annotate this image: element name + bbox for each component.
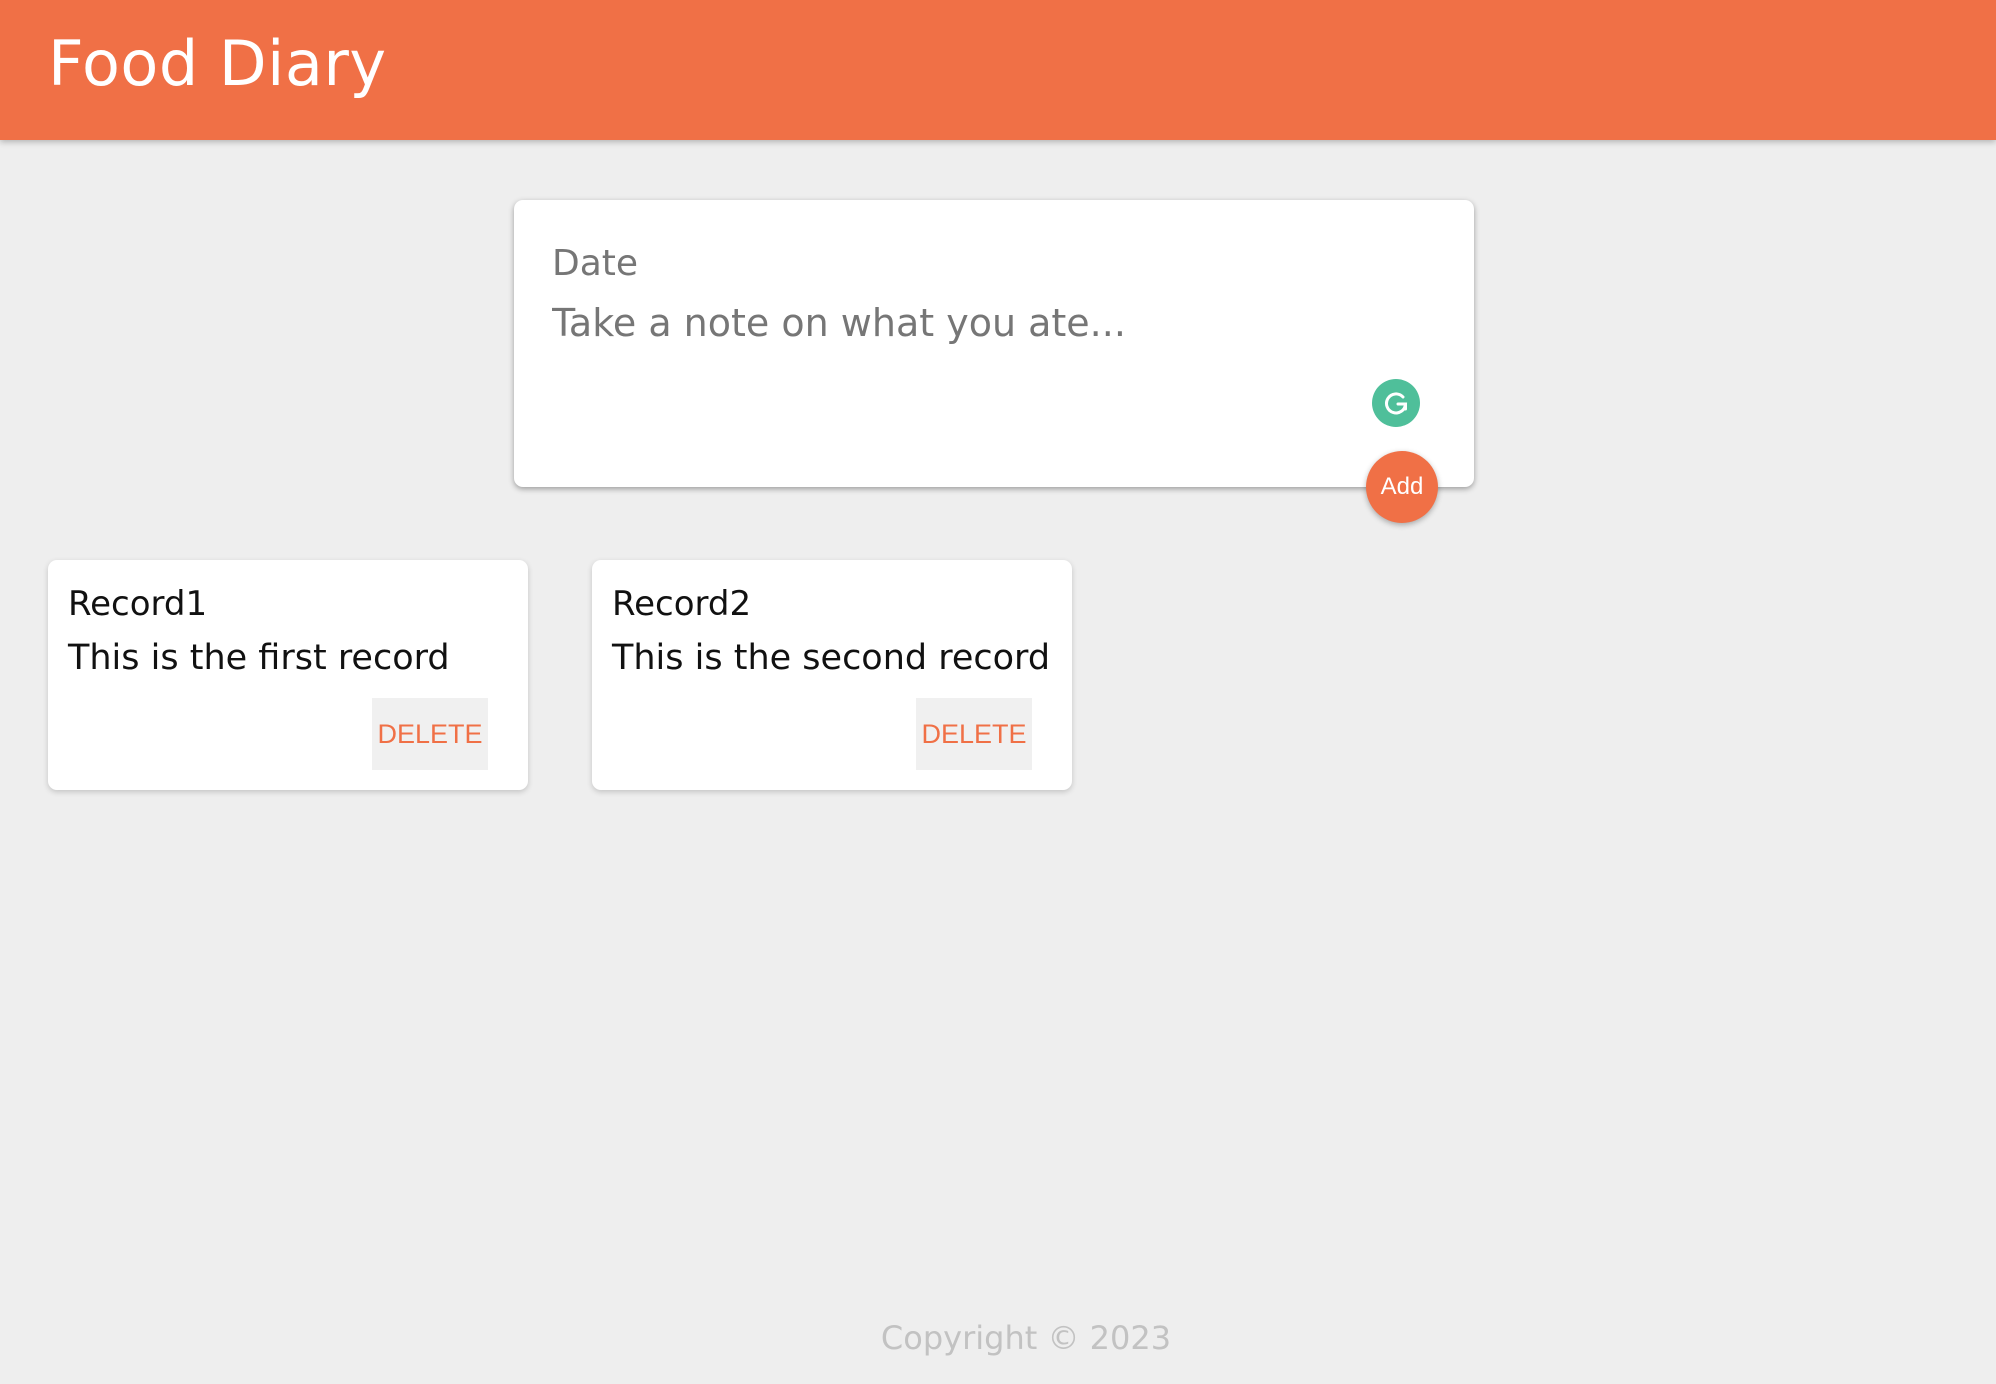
record-content: This is the first record bbox=[68, 638, 450, 678]
note-input[interactable] bbox=[552, 298, 1412, 368]
record-card: Record2 This is the second record DELETE bbox=[592, 560, 1072, 790]
record-title: Record2 bbox=[612, 584, 752, 624]
date-input[interactable] bbox=[552, 238, 1412, 288]
record-content: This is the second record bbox=[612, 638, 1051, 678]
record-card: Record1 This is the first record DELETE bbox=[48, 560, 528, 790]
grammarly-icon[interactable] bbox=[1372, 379, 1420, 427]
delete-button[interactable]: DELETE bbox=[916, 698, 1032, 770]
app-title: Food Diary bbox=[48, 27, 387, 100]
copyright-footer: Copyright © 2023 bbox=[880, 1319, 1172, 1357]
grammarly-g-glyph bbox=[1385, 392, 1408, 415]
delete-button[interactable]: DELETE bbox=[372, 698, 488, 770]
note-composer bbox=[514, 200, 1474, 487]
add-button[interactable]: Add bbox=[1366, 451, 1438, 523]
app-header: Food Diary bbox=[0, 0, 1996, 140]
record-title: Record1 bbox=[68, 584, 208, 624]
